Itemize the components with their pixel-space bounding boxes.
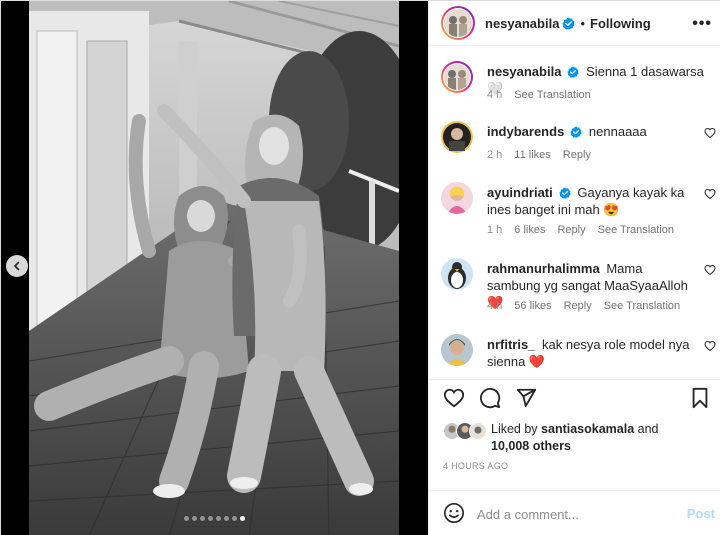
comment-time: 1 h bbox=[487, 224, 503, 236]
comment-avatar[interactable] bbox=[441, 121, 473, 153]
reply-button[interactable]: Reply bbox=[563, 149, 591, 161]
chevron-left-icon bbox=[14, 261, 20, 271]
verified-badge-icon bbox=[567, 66, 580, 78]
post-comment-button[interactable]: Post bbox=[687, 506, 715, 521]
comment-meta: 1 h 6 likes Reply See Translation bbox=[487, 224, 674, 236]
send-icon[interactable] bbox=[515, 387, 537, 409]
liker-avatar bbox=[469, 422, 487, 440]
carousel-dot bbox=[232, 516, 237, 521]
comment-avatar[interactable] bbox=[441, 258, 473, 290]
comment-icon[interactable] bbox=[479, 387, 501, 409]
post-timestamp[interactable]: 4 HOURS AGO bbox=[443, 461, 508, 471]
heart-icon[interactable] bbox=[704, 127, 716, 139]
carousel-dot bbox=[200, 516, 205, 521]
following-button[interactable]: Following bbox=[590, 16, 651, 31]
liker-avatars bbox=[443, 422, 491, 442]
author-username[interactable]: nesyanabila bbox=[485, 16, 559, 31]
comment-time: 4 h bbox=[487, 300, 503, 312]
see-translation-button[interactable]: See Translation bbox=[604, 300, 680, 312]
comment-likes[interactable]: 11 likes bbox=[514, 149, 550, 161]
comment-username[interactable]: indybarends bbox=[487, 124, 564, 139]
carousel-dot bbox=[208, 516, 213, 521]
comment-username[interactable]: ayuindriati bbox=[487, 185, 553, 200]
post-photo bbox=[29, 1, 399, 535]
post-actions bbox=[429, 379, 720, 413]
heart-icon[interactable] bbox=[704, 188, 716, 200]
post-header: nesyanabila • Following ••• bbox=[429, 1, 720, 46]
likes-prefix: Liked by bbox=[491, 422, 538, 436]
comments-list[interactable]: nesyanabila Sienna 1 dasawarsa 🤍 4 h See… bbox=[429, 47, 720, 379]
comment-text: nennaaaa bbox=[588, 124, 647, 139]
comment-username[interactable]: nrfitris_ bbox=[487, 337, 535, 352]
carousel-dot bbox=[224, 516, 229, 521]
caption-time: 4 h bbox=[487, 89, 503, 101]
likes-user[interactable]: santiasokamala bbox=[541, 422, 634, 436]
comment-avatar[interactable] bbox=[441, 334, 473, 366]
heart-icon[interactable] bbox=[704, 340, 716, 352]
post-side-panel: nesyanabila • Following ••• nesyanabila … bbox=[428, 1, 720, 535]
add-comment-bar: Post bbox=[429, 490, 720, 535]
carousel-dot bbox=[192, 516, 197, 521]
likes-and: and bbox=[637, 422, 659, 436]
caption-username[interactable]: nesyanabila bbox=[487, 64, 561, 79]
verified-badge-icon bbox=[562, 17, 576, 30]
verified-badge-icon bbox=[559, 187, 571, 199]
carousel-dot bbox=[240, 516, 245, 521]
post-dialog: nesyanabila • Following ••• nesyanabila … bbox=[0, 0, 720, 535]
author-avatar[interactable] bbox=[441, 6, 475, 40]
caption-meta: 4 h See Translation bbox=[487, 89, 591, 101]
comment-meta: 4 h 56 likes Reply See Translation bbox=[487, 300, 680, 312]
comment-input[interactable] bbox=[477, 504, 677, 524]
carousel-dot bbox=[184, 516, 189, 521]
comment-username[interactable]: rahmanurhalimma bbox=[487, 261, 600, 276]
carousel-dot bbox=[216, 516, 221, 521]
comment-likes[interactable]: 6 likes bbox=[514, 224, 545, 236]
post-media[interactable] bbox=[1, 1, 428, 535]
carousel-indicator bbox=[1, 516, 428, 521]
see-translation-button[interactable]: See Translation bbox=[598, 224, 674, 236]
header-separator: • bbox=[580, 15, 585, 31]
bookmark-icon[interactable] bbox=[690, 387, 710, 409]
smiley-icon[interactable] bbox=[443, 502, 465, 524]
comment-avatar[interactable] bbox=[441, 182, 473, 214]
heart-icon[interactable] bbox=[443, 387, 465, 409]
caption-avatar[interactable] bbox=[441, 61, 473, 93]
reply-button[interactable]: Reply bbox=[557, 224, 585, 236]
comment-meta: 2 h 11 likes Reply bbox=[487, 149, 591, 161]
more-horizontal-icon[interactable]: ••• bbox=[692, 15, 712, 33]
likes-text: Liked by santiasokamala and 10,008 other… bbox=[491, 421, 711, 455]
comment-time: 2 h bbox=[487, 149, 503, 161]
heart-icon[interactable] bbox=[704, 264, 716, 276]
likes-summary[interactable]: Liked by santiasokamala and 10,008 other… bbox=[443, 420, 713, 456]
carousel-prev-button[interactable] bbox=[6, 255, 28, 277]
likes-others[interactable]: 10,008 others bbox=[491, 439, 571, 453]
reply-button[interactable]: Reply bbox=[564, 300, 592, 312]
comment-likes[interactable]: 56 likes bbox=[514, 300, 551, 312]
see-translation-button[interactable]: See Translation bbox=[514, 89, 590, 101]
verified-badge-icon bbox=[570, 126, 582, 138]
